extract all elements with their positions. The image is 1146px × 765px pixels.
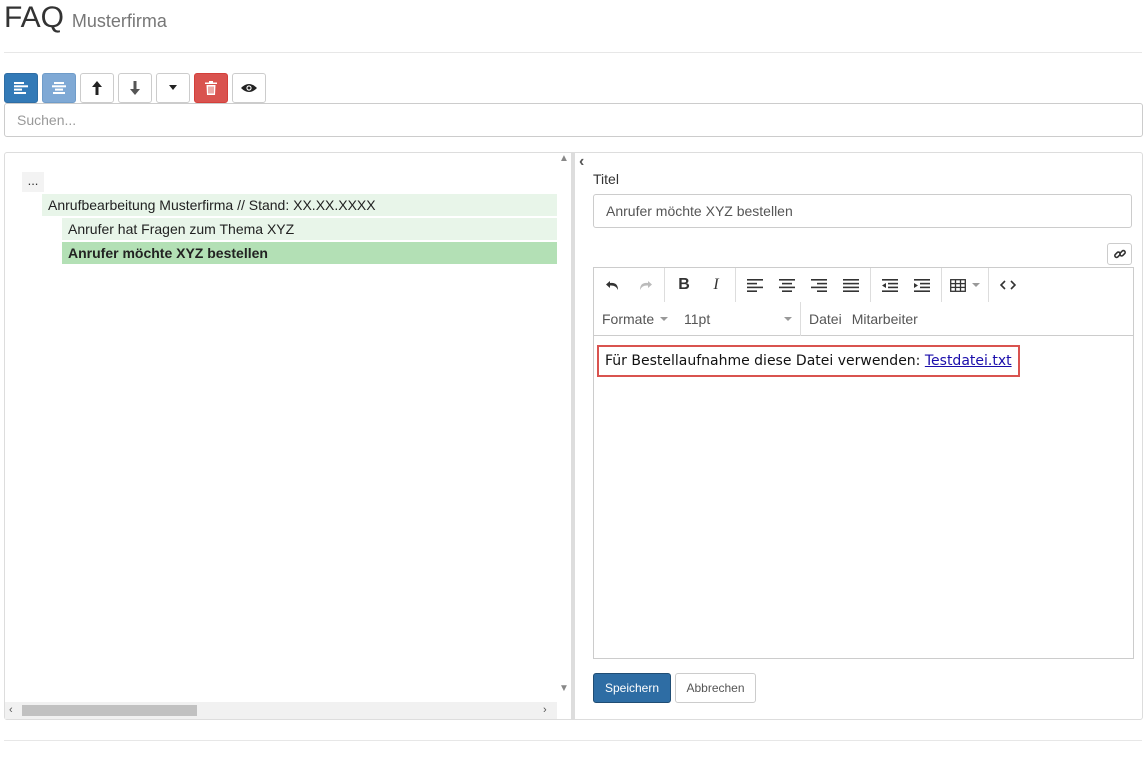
align-center-button[interactable] — [42, 73, 76, 103]
move-down-button[interactable] — [118, 73, 152, 103]
more-button[interactable] — [156, 73, 190, 103]
scroll-up-icon[interactable]: ▲ — [557, 153, 571, 164]
caret-down-icon — [169, 85, 177, 90]
trash-icon — [205, 81, 217, 95]
move-up-button[interactable] — [80, 73, 114, 103]
page-header: FAQ Musterfirma — [4, 0, 167, 40]
arrow-up-icon — [92, 81, 102, 95]
table-icon[interactable] — [945, 270, 985, 300]
faq-tree: ... Anrufbearbeitung Musterfirma // Stan… — [5, 153, 571, 719]
italic-icon[interactable]: I — [700, 270, 732, 300]
undo-icon[interactable] — [597, 270, 629, 300]
caret-down-icon — [660, 317, 669, 321]
formats-dropdown[interactable]: Formate — [594, 302, 676, 336]
chevron-left-icon[interactable]: ‹ — [579, 153, 584, 171]
align-right-text-icon[interactable] — [803, 270, 835, 300]
font-size-dropdown[interactable]: 11pt — [676, 302, 800, 336]
indent-icon[interactable] — [906, 270, 938, 300]
scrollbar-thumb[interactable] — [22, 705, 197, 716]
scroll-left-icon[interactable]: ‹ — [9, 702, 13, 719]
link-button[interactable] — [1107, 243, 1132, 265]
save-button[interactable]: Speichern — [593, 673, 671, 703]
editor-content-area[interactable]: Für Bestellaufnahme diese Datei verwende… — [594, 336, 1133, 658]
divider — [4, 52, 1142, 53]
title-label: Titel — [593, 171, 619, 187]
tree-node-selected[interactable]: Anrufer möchte XYZ bestellen — [62, 242, 557, 264]
panel-splitter[interactable] — [571, 153, 575, 719]
content-paragraph[interactable]: Für Bestellaufnahme diese Datei verwende… — [597, 345, 1020, 377]
tree-node[interactable]: Anrufer hat Fragen zum Thema XYZ — [62, 218, 557, 240]
eye-icon — [241, 84, 257, 92]
align-left-button[interactable] — [4, 73, 38, 103]
editor-toolbar: B I Formate 11pt Datei Mitarbeiter — [594, 268, 1133, 336]
redo-icon[interactable] — [629, 270, 661, 300]
page-title: FAQ — [4, 1, 65, 34]
align-justify-text-icon[interactable] — [835, 270, 867, 300]
caret-down-icon — [972, 283, 980, 287]
font-size-label: 11pt — [684, 311, 711, 327]
bold-icon[interactable]: B — [668, 270, 700, 300]
cancel-button[interactable]: Abbrechen — [675, 673, 756, 703]
page-subtitle: Musterfirma — [71, 11, 167, 31]
scroll-down-icon[interactable]: ▼ — [557, 683, 571, 694]
divider — [4, 740, 1142, 741]
tree-root-node[interactable]: ... — [22, 172, 44, 192]
menu-file[interactable]: Datei — [801, 302, 850, 336]
main-panel: ... Anrufbearbeitung Musterfirma // Stan… — [4, 152, 1143, 720]
delete-button[interactable] — [194, 73, 228, 103]
formats-label: Formate — [602, 311, 655, 327]
tree-horizontal-scrollbar[interactable]: ‹ › — [5, 702, 557, 719]
align-center-text-icon[interactable] — [771, 270, 803, 300]
arrow-down-icon — [130, 81, 140, 95]
tree-vertical-scrollbar[interactable]: ▲ ▼ — [557, 153, 571, 699]
title-field[interactable] — [593, 194, 1132, 228]
caret-down-icon — [784, 317, 792, 321]
menu-staff[interactable]: Mitarbeiter — [850, 302, 926, 336]
align-left-text-icon[interactable] — [739, 270, 771, 300]
scroll-right-icon[interactable]: › — [543, 702, 547, 719]
align-left-icon — [14, 82, 28, 94]
rich-text-editor: B I Formate 11pt Datei Mitarbeiter Für B… — [593, 267, 1134, 659]
preview-button[interactable] — [232, 73, 266, 103]
tree-node[interactable]: Anrufbearbeitung Musterfirma // Stand: X… — [42, 194, 557, 216]
tree-toolbar — [4, 73, 266, 103]
content-text: Für Bestellaufnahme diese Datei verwende… — [605, 353, 925, 369]
search-input[interactable] — [4, 103, 1143, 137]
link-icon — [1113, 249, 1126, 259]
outdent-icon[interactable] — [874, 270, 906, 300]
align-center-icon — [52, 82, 66, 94]
file-link[interactable]: Testdatei.txt — [925, 353, 1012, 369]
source-code-icon[interactable] — [992, 270, 1024, 300]
